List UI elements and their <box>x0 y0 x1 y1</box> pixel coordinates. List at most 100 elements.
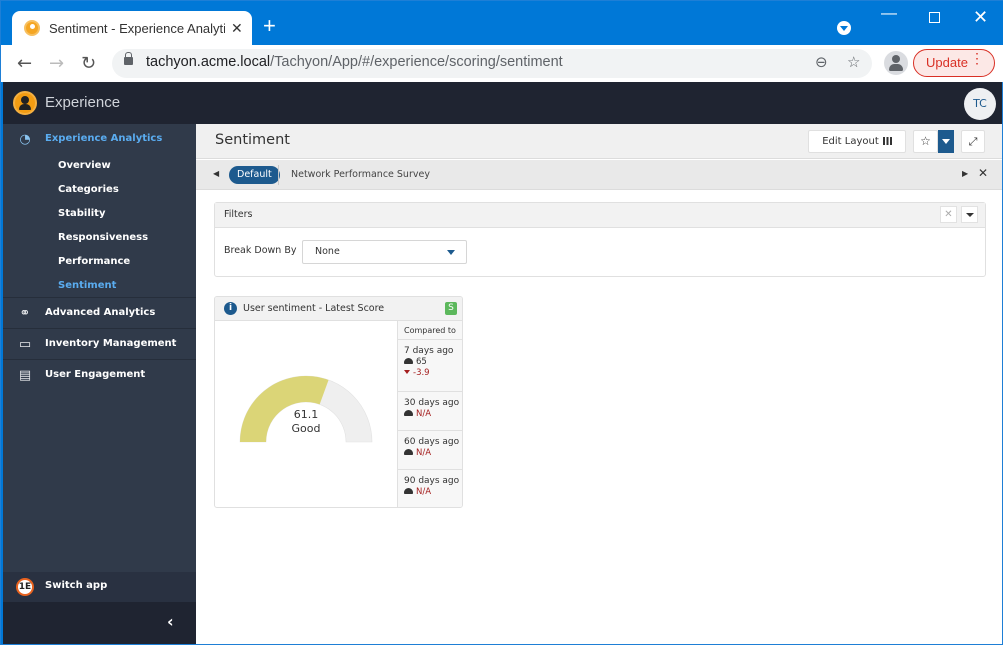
edit-layout-button[interactable]: Edit Layout <box>808 130 906 153</box>
sidebar-item-label: Inventory Management <box>45 338 177 349</box>
clipboard-icon: ▤ <box>18 368 32 383</box>
url-text[interactable]: tachyon.acme.local/Tachyon/App/#/experie… <box>146 54 563 70</box>
address-bar[interactable]: tachyon.acme.local/Tachyon/App/#/experie… <box>112 49 872 78</box>
browser-window: Sentiment - Experience Analytics ✕ + — ✕… <box>0 0 1003 645</box>
sidebar-subitem-overview[interactable]: Overview <box>3 155 196 179</box>
gauge-icon <box>404 358 413 364</box>
favorite-button[interactable]: ☆ <box>913 130 938 153</box>
filters-title: Filters <box>224 209 253 220</box>
binoculars-icon: ⚭ <box>19 306 31 321</box>
sidebar-subitem-performance[interactable]: Performance <box>3 251 196 275</box>
user-avatar[interactable]: TC <box>964 88 996 120</box>
sidebar-subitem-sentiment[interactable]: Sentiment <box>3 275 196 299</box>
switch-app-label: Switch app <box>45 580 108 591</box>
menu-dots-icon[interactable]: ⋮ <box>970 51 984 65</box>
break-down-by-value: None <box>315 246 340 257</box>
sidebar-item-experience-analytics[interactable]: ◔ Experience Analytics <box>3 124 196 155</box>
sidebar-subitem-responsiveness[interactable]: Responsiveness <box>3 227 196 251</box>
comparison-value: 65 <box>416 357 427 367</box>
close-tabs-icon[interactable]: ✕ <box>978 166 988 180</box>
gauge-icon: ◔ <box>19 132 31 147</box>
update-button[interactable]: Update ⋮ <box>913 49 995 77</box>
info-icon[interactable]: i <box>224 302 237 315</box>
comparison-row: 30 days ago N/A <box>398 392 462 431</box>
filters-header: Filters ✕ <box>215 203 985 228</box>
forward-button[interactable]: → <box>49 53 64 74</box>
back-button[interactable]: ← <box>17 53 32 74</box>
sidebar-subitem-label: Overview <box>58 160 111 171</box>
break-down-by-select[interactable]: None <box>302 240 467 264</box>
sidebar-item-label: Advanced Analytics <box>45 307 156 318</box>
zoom-icon[interactable]: ⊖ <box>815 53 828 71</box>
scroll-right-icon[interactable]: ▶ <box>962 169 968 178</box>
maximize-button[interactable] <box>929 12 940 23</box>
title-bar: Sentiment - Experience Analytics ✕ + — ✕ <box>1 1 1003 45</box>
filters-panel: Filters ✕ Break Down By None <box>214 202 986 277</box>
tab-close-icon[interactable]: ✕ <box>231 20 243 37</box>
comparison-period: 60 days ago <box>404 437 460 447</box>
sidebar: ◔ Experience Analytics Overview Categori… <box>3 124 196 644</box>
filters-toggle-button[interactable] <box>961 206 978 223</box>
gauge-score: 61.1 <box>294 408 319 421</box>
app-title: Experience <box>45 94 121 111</box>
page-title: Sentiment <box>215 132 290 148</box>
card-header: i User sentiment - Latest Score S <box>215 297 462 321</box>
app-header: Experience TC <box>3 82 1002 124</box>
break-down-by-label: Break Down By <box>224 245 297 256</box>
sidebar-item-label: User Engagement <box>45 369 146 380</box>
switch-app-button[interactable]: 1E Switch app <box>3 572 196 602</box>
page-header: Sentiment Edit Layout ☆ ⤢ <box>196 124 1002 159</box>
s-badge: S <box>445 302 457 315</box>
sidebar-item-advanced-analytics[interactable]: ⚭ Advanced Analytics <box>3 298 196 329</box>
clear-filters-button[interactable]: ✕ <box>940 206 957 223</box>
url-path: /Tachyon/App/#/experience/scoring/sentim… <box>270 54 563 70</box>
sentiment-score-card: i User sentiment - Latest Score S 61.1 G… <box>214 296 463 508</box>
dashboard-tabs: ◀ Default Network Performance Survey ▶ ✕ <box>196 160 1002 190</box>
gauge-icon <box>404 488 413 494</box>
tab-default[interactable]: Default <box>229 166 280 184</box>
comparison-value: N/A <box>416 487 432 497</box>
close-window-button[interactable]: ✕ <box>973 7 988 28</box>
monitor-icon: ▭ <box>18 337 32 352</box>
comparison-period: 90 days ago <box>404 476 460 486</box>
url-host: tachyon.acme.local <box>146 54 271 70</box>
sidebar-section-experience-analytics: ◔ Experience Analytics Overview Categori… <box>3 124 196 298</box>
sidebar-subitem-label: Categories <box>58 184 119 195</box>
sidebar-item-label: Experience Analytics <box>45 133 163 144</box>
address-toolbar: ← → ↻ tachyon.acme.local/Tachyon/App/#/e… <box>1 45 1003 82</box>
bookmark-star-icon[interactable]: ☆ <box>847 53 860 71</box>
favorites-dropdown-button[interactable] <box>938 130 954 153</box>
new-tab-button[interactable]: + <box>263 15 276 37</box>
sidebar-subitem-label: Responsiveness <box>58 232 149 243</box>
sidebar-subitem-label: Stability <box>58 208 106 219</box>
chevron-left-icon: ‹ <box>167 612 174 631</box>
sidebar-subitem-label: Performance <box>58 256 131 267</box>
sidebar-item-user-engagement[interactable]: ▤ User Engagement <box>3 360 196 391</box>
reload-button[interactable]: ↻ <box>81 53 96 74</box>
comparison-row: 60 days ago N/A <box>398 431 462 470</box>
sidebar-subitem-categories[interactable]: Categories <box>3 179 196 203</box>
1e-logo-icon: 1E <box>16 578 34 596</box>
sentiment-gauge: 61.1 Good <box>239 375 373 443</box>
comparison-value: N/A <box>416 409 432 419</box>
sidebar-item-inventory-management[interactable]: ▭ Inventory Management <box>3 329 196 360</box>
tab-divider <box>278 165 279 185</box>
collapse-sidebar-button[interactable]: ‹ <box>3 602 196 644</box>
browser-tab[interactable]: Sentiment - Experience Analytics ✕ <box>12 11 252 45</box>
fullscreen-button[interactable]: ⤢ <box>961 130 985 153</box>
tab-network-performance-survey[interactable]: Network Performance Survey <box>291 169 430 180</box>
comparison-panel: Compared to 7 days ago 65 -3.9 30 days a… <box>397 321 462 507</box>
sidebar-subitem-stability[interactable]: Stability <box>3 203 196 227</box>
tab-search-icon[interactable] <box>837 21 851 35</box>
scroll-left-icon[interactable]: ◀ <box>213 169 219 178</box>
comparison-row: 7 days ago 65 -3.9 <box>398 340 462 392</box>
star-icon: ☆ <box>920 134 931 148</box>
app-favicon-icon <box>24 20 40 36</box>
gauge-icon <box>404 410 413 416</box>
comparison-delta: -3.9 <box>413 368 430 378</box>
minimize-button[interactable]: — <box>881 5 897 23</box>
update-label: Update <box>926 55 968 70</box>
comparison-period: 7 days ago <box>404 346 454 356</box>
card-title: User sentiment - Latest Score <box>243 303 385 314</box>
profile-avatar-icon[interactable] <box>884 51 908 75</box>
